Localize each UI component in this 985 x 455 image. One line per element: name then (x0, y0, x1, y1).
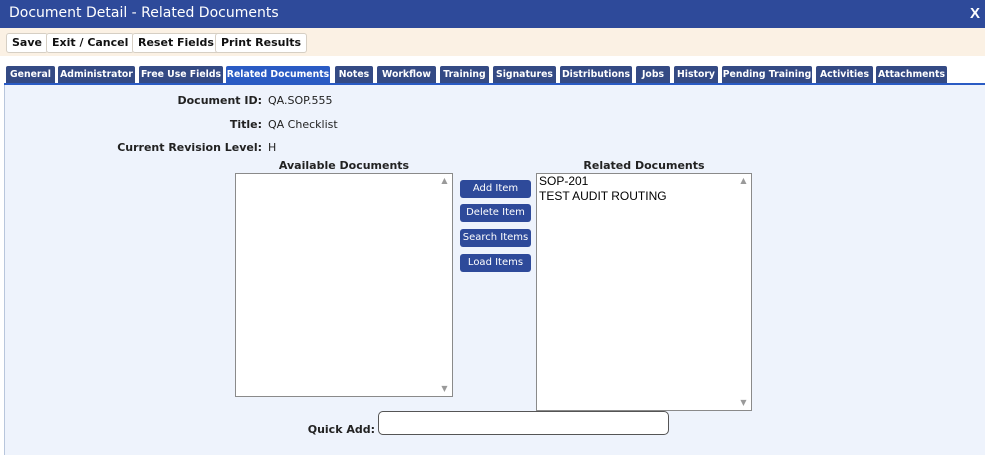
scroll-up-icon[interactable]: ▲ (440, 176, 449, 185)
document-id-label: Document ID: (177, 94, 262, 107)
list-item[interactable]: SOP-201 (539, 174, 588, 188)
revision-value: H (268, 141, 277, 154)
tab-distributions[interactable]: Distributions (560, 66, 632, 84)
scroll-up-icon[interactable]: ▲ (739, 176, 748, 185)
scroll-down-icon[interactable]: ▼ (739, 398, 748, 407)
reset-fields-button[interactable]: Reset Fields (132, 33, 220, 53)
print-results-button[interactable]: Print Results (215, 33, 308, 53)
tab-activities[interactable]: Activities (816, 66, 873, 84)
add-item-button[interactable]: Add Item (460, 180, 531, 198)
exit-cancel-button[interactable]: Exit / Cancel (46, 33, 135, 53)
save-button[interactable]: Save (6, 33, 48, 53)
window-title: Document Detail - Related Documents (9, 5, 279, 21)
tab-history[interactable]: History (674, 66, 718, 84)
related-documents-list[interactable]: SOP-201 TEST AUDIT ROUTING ▲ ▼ (536, 173, 752, 411)
tab-general[interactable]: General (6, 66, 55, 84)
title-label: Title: (229, 118, 262, 131)
title-bar: Document Detail - Related Documents X (0, 0, 985, 28)
revision-label: Current Revision Level: (117, 141, 262, 154)
scroll-down-icon[interactable]: ▼ (440, 384, 449, 393)
document-id-value: QA.SOP.555 (268, 94, 333, 107)
tab-free-use-fields[interactable]: Free Use Fields (139, 66, 223, 84)
quick-add-input[interactable] (378, 411, 669, 435)
close-button[interactable]: X (970, 5, 980, 22)
tab-bar: General Administrator Free Use Fields Re… (0, 63, 985, 84)
tab-administrator[interactable]: Administrator (58, 66, 135, 84)
list-item[interactable]: TEST AUDIT ROUTING (539, 189, 667, 203)
tab-notes[interactable]: Notes (335, 66, 373, 84)
tab-signatures[interactable]: Signatures (493, 66, 556, 84)
load-items-button[interactable]: Load Items (460, 254, 531, 272)
tab-jobs[interactable]: Jobs (636, 66, 670, 84)
tab-workflow[interactable]: Workflow (377, 66, 436, 84)
tab-training[interactable]: Training (440, 66, 489, 84)
tab-pending-training[interactable]: Pending Training (722, 66, 812, 84)
delete-item-button[interactable]: Delete Item (460, 204, 531, 222)
available-documents-header: Available Documents (278, 159, 410, 172)
document-detail-window: Document Detail - Related Documents X Sa… (0, 0, 985, 455)
available-documents-list[interactable]: ▲ ▼ (235, 173, 453, 397)
quick-add-label: Quick Add: (307, 423, 375, 436)
related-documents-header: Related Documents (583, 159, 705, 172)
tab-related-documents[interactable]: Related Documents (226, 66, 330, 84)
search-items-button[interactable]: Search Items (460, 229, 531, 247)
tab-attachments[interactable]: Attachments (876, 66, 947, 84)
toolbar: Save Exit / Cancel Reset Fields Print Re… (0, 28, 985, 56)
title-value: QA Checklist (268, 118, 338, 131)
